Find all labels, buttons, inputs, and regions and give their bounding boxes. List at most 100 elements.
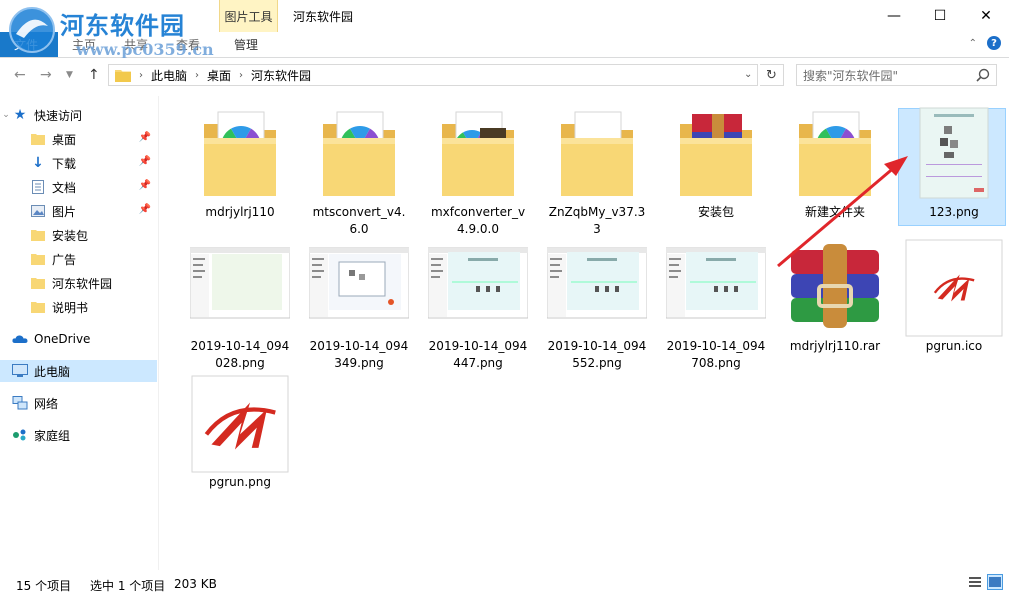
sidebar-item-onedrive[interactable]: OneDrive — [0, 328, 157, 350]
pin-icon[interactable]: 📌 — [139, 156, 151, 167]
file-item[interactable]: 2019-10-14_094349.png — [305, 238, 413, 372]
pin-icon[interactable]: 📌 — [139, 180, 151, 191]
chevron-right-icon[interactable]: › — [239, 70, 243, 81]
recent-dropdown-icon[interactable]: ▼ — [66, 70, 73, 80]
file-item[interactable]: mdrjylrj110.rar — [781, 238, 889, 355]
address-bar[interactable]: › 此电脑 › 桌面 › 河东软件园 — [108, 64, 758, 86]
watermark-title: 河东软件园 — [60, 12, 185, 40]
breadcrumb-desktop[interactable]: 桌面 — [207, 67, 231, 84]
address-dropdown-icon[interactable]: ⌄ — [744, 69, 752, 80]
file-item[interactable]: mxfconverter_v4.9.0.0 — [424, 104, 532, 238]
sidebar-item-pictures[interactable]: 图片 📌 — [0, 200, 157, 222]
sidebar-item-label: 河东软件园 — [52, 276, 113, 291]
folder-icon — [666, 104, 766, 204]
file-item[interactable]: 2019-10-14_094708.png — [662, 238, 770, 372]
refresh-button[interactable]: ↻ — [760, 64, 784, 86]
large-icons-view-button[interactable] — [987, 574, 1003, 590]
file-name: mdrjylrj110 — [205, 205, 275, 219]
details-view-button[interactable] — [967, 574, 983, 590]
sidebar-item-documents[interactable]: 文档 📌 — [0, 176, 157, 198]
file-item[interactable]: mtsconvert_v4.6.0 — [305, 104, 413, 238]
close-button[interactable]: ✕ — [963, 0, 1009, 32]
folder-icon — [309, 104, 409, 204]
file-view: mdrjylrj110 mtsconvert_v4.6.0 mxfconvert… — [162, 96, 1006, 570]
file-name: 123.png — [929, 205, 979, 219]
maximize-button[interactable]: ☐ — [917, 0, 963, 32]
folder-icon — [30, 275, 46, 291]
file-name: mdrjylrj110.rar — [789, 339, 881, 353]
archive-icon — [785, 238, 885, 338]
chevron-right-icon[interactable]: › — [139, 70, 143, 81]
star-icon: ★ — [13, 107, 27, 123]
sidebar-item-downloads[interactable]: ↓ 下载 📌 — [0, 152, 157, 174]
back-arrow-icon[interactable]: ← — [14, 67, 26, 83]
breadcrumb-current[interactable]: 河东软件园 — [251, 67, 311, 84]
up-arrow-icon[interactable]: ↑ — [88, 67, 100, 83]
folder-icon — [30, 251, 46, 267]
chevron-down-icon[interactable]: ⌄ — [0, 110, 12, 120]
sidebar-item-label: 桌面 — [52, 132, 77, 147]
file-item[interactable]: mdrjylrj110 — [186, 104, 294, 221]
status-bar: 15 个项目 选中 1 个项目 203 KB — [0, 572, 1009, 596]
pin-icon[interactable]: 📌 — [139, 132, 151, 143]
search-input[interactable]: 搜索"河东软件园" — [796, 64, 997, 86]
file-item[interactable]: 2019-10-14_094447.png — [424, 238, 532, 372]
search-icon — [976, 68, 990, 82]
forward-arrow-icon[interactable]: → — [40, 67, 52, 83]
help-icon[interactable]: ? — [987, 36, 1001, 50]
file-item[interactable]: pgrun.png — [186, 374, 294, 491]
sidebar-item-network[interactable]: 网络 — [0, 392, 157, 414]
image-thumbnail-icon — [904, 104, 1004, 204]
view-switcher — [967, 574, 1003, 590]
window-controls: — ☐ ✕ — [871, 0, 1009, 32]
pin-icon[interactable]: 📌 — [139, 204, 151, 215]
sidebar-item-desktop[interactable]: 桌面 📌 — [0, 128, 157, 150]
file-item[interactable]: 新建文件夹 — [781, 104, 889, 221]
network-icon — [12, 395, 28, 411]
search-placeholder: 搜索"河东软件园" — [803, 68, 899, 83]
folder-icon — [428, 104, 528, 204]
file-name: 2019-10-14_094349.png — [309, 339, 409, 370]
folder-icon — [30, 299, 46, 315]
file-name: 安装包 — [697, 205, 734, 219]
file-item[interactable]: ZnZqbMy_v37.33 — [543, 104, 651, 238]
file-item[interactable]: 123.png — [898, 104, 1008, 226]
sidebar-item-label: 下载 — [52, 156, 77, 171]
picture-tools-label: 图片工具 — [224, 10, 273, 24]
watermark-url: www.pc0359.cn — [76, 40, 214, 59]
file-item[interactable]: 2019-10-14_094028.png — [186, 238, 294, 372]
breadcrumb-this-pc[interactable]: 此电脑 — [151, 67, 187, 84]
download-arrow-icon: ↓ — [32, 155, 44, 171]
chevron-right-icon[interactable]: › — [195, 70, 199, 81]
selection-size: 203 KB — [174, 577, 217, 591]
sidebar-item-label: 家庭组 — [34, 428, 71, 443]
file-item[interactable]: 安装包 — [662, 104, 770, 221]
pane-divider[interactable] — [158, 96, 159, 570]
file-name: mxfconverter_v4.9.0.0 — [430, 205, 526, 236]
sidebar-item-manuals[interactable]: 说明书 — [0, 296, 157, 318]
image-thumbnail-icon — [308, 238, 410, 338]
image-thumbnail-icon — [190, 374, 290, 474]
sidebar-item-installers[interactable]: 安装包 — [0, 224, 157, 246]
file-name: 2019-10-14_094028.png — [190, 339, 290, 370]
document-icon — [30, 179, 46, 195]
sidebar-item-label: 广告 — [52, 252, 77, 267]
sidebar-item-homegroup[interactable]: 家庭组 — [0, 424, 157, 446]
minimize-button[interactable]: — — [871, 0, 917, 32]
sidebar-item-label: 文档 — [52, 180, 77, 195]
sidebar-item-hedong[interactable]: 河东软件园 — [0, 272, 157, 294]
ribbon-right-controls: ⌃ ? — [969, 36, 1001, 50]
homegroup-icon — [12, 427, 28, 443]
file-name: pgrun.ico — [925, 339, 983, 353]
sidebar-item-this-pc[interactable]: 此电脑 — [0, 360, 157, 382]
sidebar-item-ads[interactable]: 广告 — [0, 248, 157, 270]
file-item[interactable]: pgrun.ico — [900, 238, 1008, 355]
sidebar-quick-access[interactable]: ⌄ ★ 快速访问 — [0, 104, 157, 126]
file-item[interactable]: 2019-10-14_094552.png — [543, 238, 651, 372]
chevron-up-icon[interactable]: ⌃ — [969, 38, 977, 49]
large-icons-view-icon — [989, 577, 1001, 587]
selection-count: 选中 1 个项目 — [90, 579, 166, 593]
tab-manage[interactable]: 管理 — [234, 36, 258, 53]
pgrun-logo-icon — [930, 264, 978, 312]
folder-icon — [30, 131, 46, 147]
